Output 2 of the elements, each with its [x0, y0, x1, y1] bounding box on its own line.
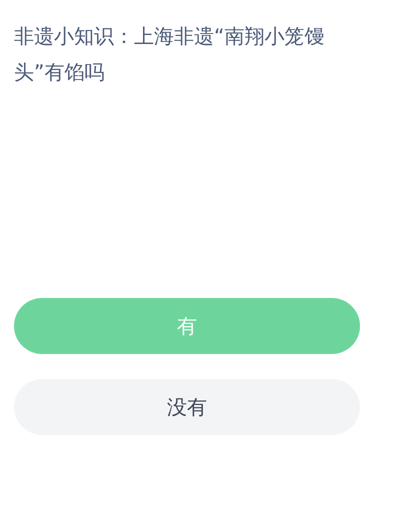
- question-text: 非遗小知识：上海非遗“南翔小笼馒头”有馅吗: [13, 23, 326, 86]
- answer-button[interactable]: 没有: [14, 379, 360, 435]
